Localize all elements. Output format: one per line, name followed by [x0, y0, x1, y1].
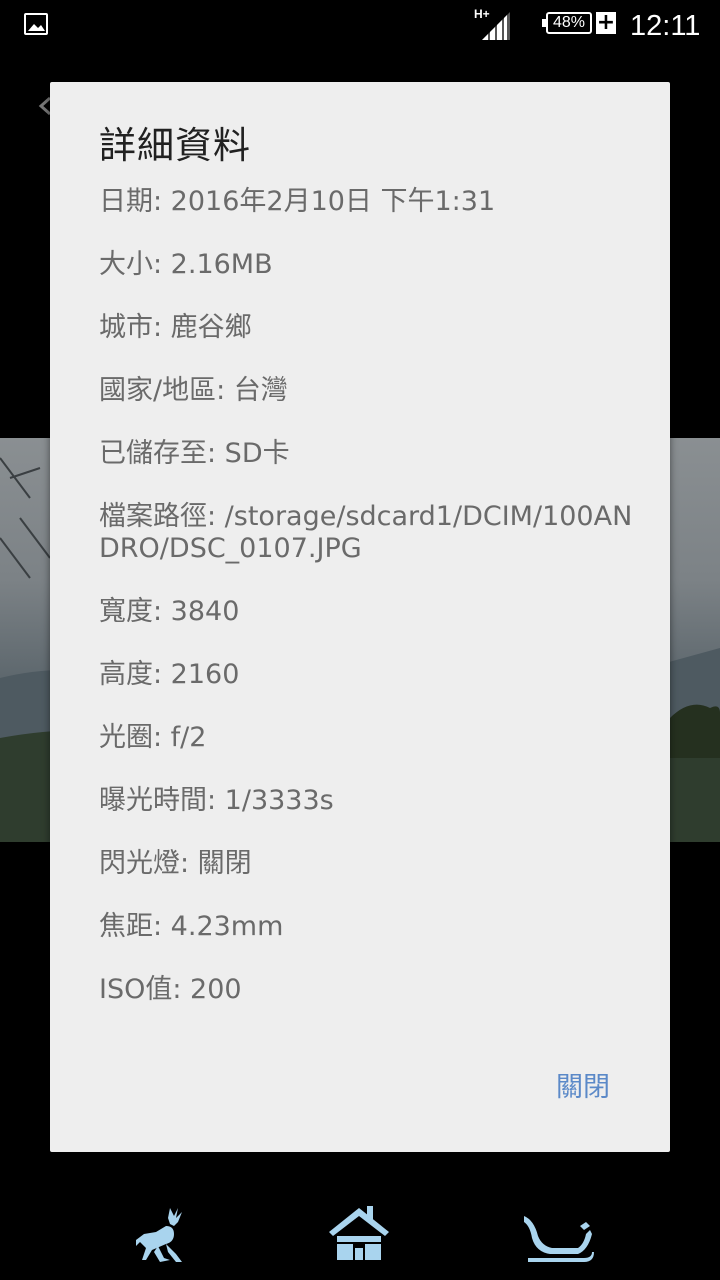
- screen: H+ 48% + 12:11 詳細資料 日期: 2016年2月10日 下午1:3…: [0, 0, 720, 1280]
- charging-icon: +: [596, 10, 616, 35]
- close-button[interactable]: 關閉: [556, 1070, 610, 1106]
- detail-path: 檔案路徑: /storage/sdcard1/DCIM/100ANDRO/DSC…: [99, 501, 633, 564]
- detail-list: 日期: 2016年2月10日 下午1:31 大小: 2.16MB 城市: 鹿谷鄉…: [99, 186, 639, 1037]
- detail-width: 寬度: 3840: [99, 596, 240, 627]
- detail-exposure: 曝光時間: 1/3333s: [99, 785, 334, 816]
- gallery-icon: [24, 13, 48, 35]
- detail-country: 國家/地區: 台灣: [99, 375, 288, 406]
- sleigh-icon[interactable]: [520, 1202, 594, 1266]
- detail-city: 城市: 鹿谷鄉: [99, 312, 252, 343]
- bottom-nav: [0, 1180, 720, 1280]
- details-dialog: 詳細資料 日期: 2016年2月10日 下午1:31 大小: 2.16MB 城市…: [50, 82, 670, 1152]
- reindeer-icon[interactable]: [130, 1202, 204, 1266]
- signal-icon: H+: [474, 7, 510, 40]
- detail-height: 高度: 2160: [99, 659, 240, 690]
- battery-percent: 48%: [552, 14, 586, 31]
- detail-flash: 閃光燈: 關閉: [99, 848, 252, 879]
- dialog-title: 詳細資料: [99, 124, 251, 167]
- status-bar: H+ 48% + 12:11: [0, 0, 720, 50]
- network-type-label: H+: [474, 7, 490, 21]
- detail-size: 大小: 2.16MB: [99, 249, 273, 280]
- status-time: 12:11: [630, 10, 701, 42]
- detail-aperture: 光圈: f/2: [99, 722, 207, 753]
- detail-iso: ISO值: 200: [99, 974, 242, 1005]
- detail-storage: 已儲存至: SD卡: [99, 438, 290, 469]
- battery-icon: 48% +: [542, 12, 616, 38]
- house-icon[interactable]: [323, 1202, 397, 1266]
- detail-date: 日期: 2016年2月10日 下午1:31: [99, 186, 496, 217]
- detail-focal-length: 焦距: 4.23mm: [99, 911, 284, 942]
